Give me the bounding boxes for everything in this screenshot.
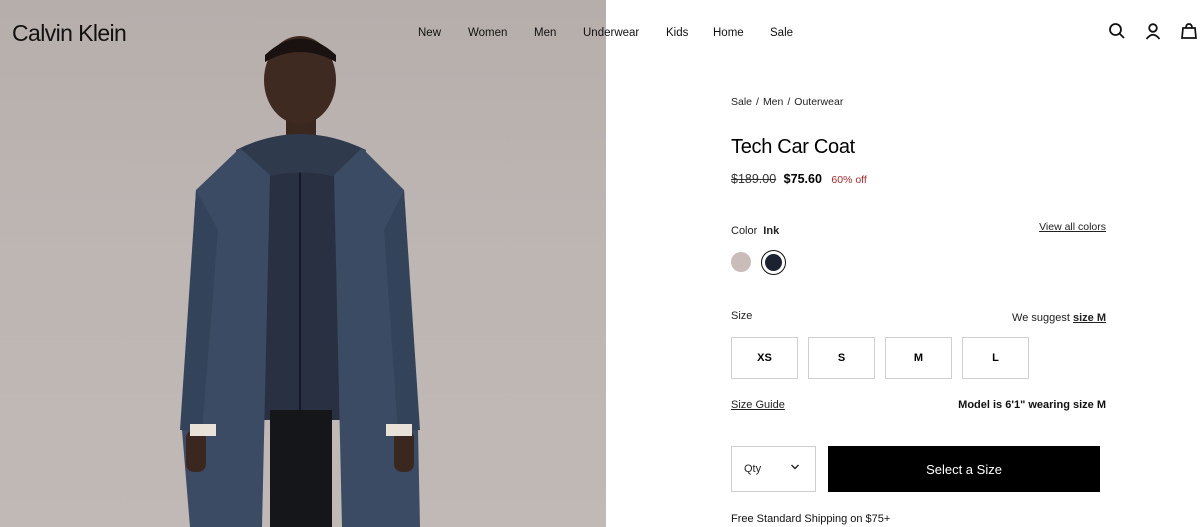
size-option-l[interactable]: L [962, 337, 1029, 379]
size-option-s[interactable]: S [808, 337, 875, 379]
size-option-xs[interactable]: XS [731, 337, 798, 379]
model-wearing-coat-illustration [180, 36, 420, 527]
brand-logo[interactable]: Calvin Klein [12, 20, 127, 47]
nav-item-men[interactable]: Men [534, 27, 556, 39]
size-suggestion: We suggest size M [1012, 312, 1106, 324]
shipping-info: Free Standard Shipping on $75+ [731, 513, 891, 525]
breadcrumb-sale[interactable]: Sale [731, 96, 752, 108]
discount-badge: 60% off [831, 174, 867, 186]
product-details: Sale / Men / Outerwear Tech Car Coat $189.00… [731, 0, 1106, 527]
breadcrumb-separator: / [787, 96, 791, 108]
breadcrumb-outerwear[interactable]: Outerwear [794, 96, 843, 108]
breadcrumb-men[interactable]: Men [763, 96, 783, 108]
select-size-button[interactable]: Select a Size [828, 446, 1100, 492]
model-size-info: Model is 6'1" wearing size M [958, 399, 1106, 411]
search-icon[interactable] [1108, 22, 1128, 42]
size-suggest-prefix: We suggest [1012, 312, 1070, 324]
breadcrumb-separator: / [756, 96, 759, 108]
breadcrumb: Sale / Men / Outerwear [731, 96, 843, 108]
price-block: $189.00 $75.60 60% off [731, 172, 867, 186]
color-label: Color Ink [731, 225, 779, 237]
size-label: Size [731, 310, 753, 322]
account-icon[interactable] [1144, 22, 1164, 42]
color-swatch-ink-selected[interactable] [761, 250, 786, 275]
nav-item-underwear[interactable]: Underwear [583, 27, 639, 39]
cart-icon[interactable] [1180, 22, 1200, 42]
view-all-colors-link[interactable]: View all colors [1039, 221, 1106, 233]
nav-item-kids[interactable]: Kids [666, 27, 688, 39]
quantity-label: Qty [744, 463, 762, 475]
original-price: $189.00 [731, 172, 777, 186]
color-label-text: Color [731, 225, 758, 237]
nav-item-women[interactable]: Women [468, 27, 507, 39]
quantity-select[interactable]: Qty [731, 446, 816, 492]
size-option-m[interactable]: M [885, 337, 952, 379]
size-suggest-link[interactable]: size M [1073, 312, 1106, 324]
color-value: Ink [763, 225, 780, 237]
size-guide-link[interactable]: Size Guide [731, 399, 785, 411]
product-title: Tech Car Coat [731, 136, 855, 158]
chevron-down-icon [791, 464, 799, 470]
color-swatch-taupe[interactable] [731, 252, 751, 272]
product-image[interactable] [0, 0, 606, 527]
nav-item-new[interactable]: New [418, 27, 441, 39]
sale-price: $75.60 [783, 172, 822, 186]
